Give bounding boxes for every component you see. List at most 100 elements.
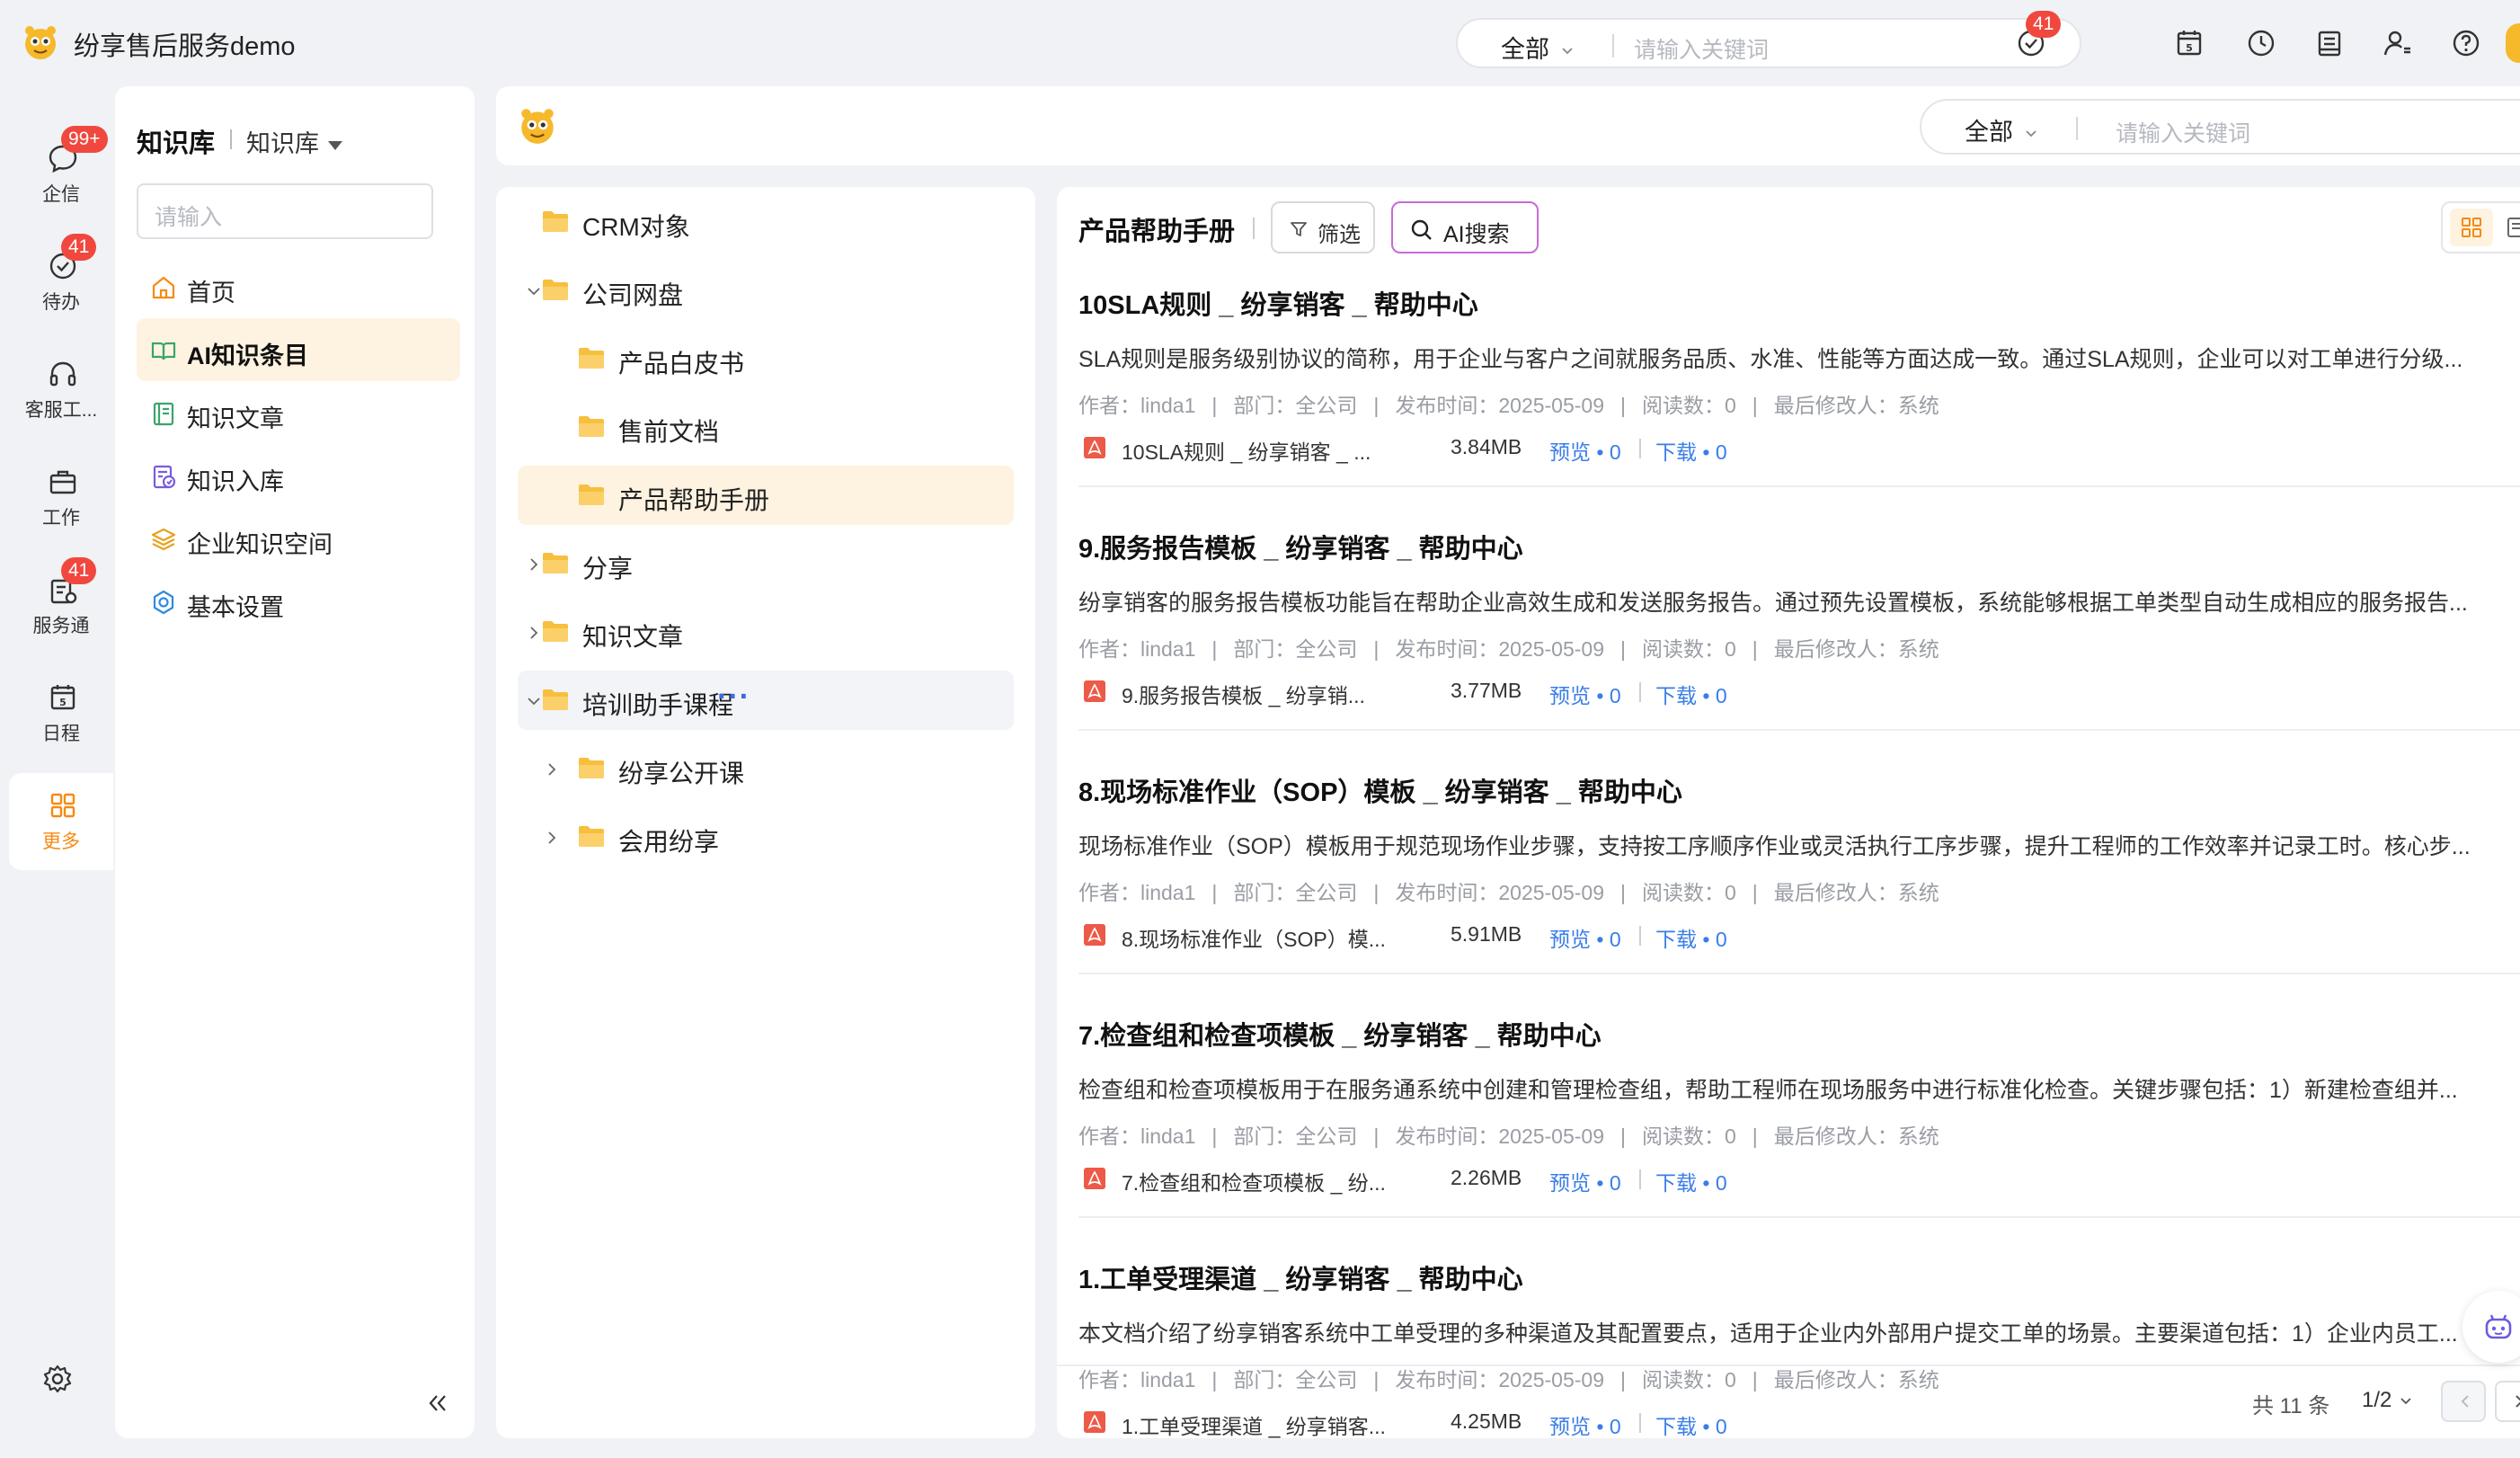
kb-search-scope-select[interactable]: 全部 xyxy=(1965,112,2038,147)
document-summary: SLA规则是服务级别协议的简称，用于企业与客户之间就服务品质、水准、性能等方面达… xyxy=(1078,347,2463,372)
collapse-sidebar-icon[interactable] xyxy=(424,1390,451,1417)
tree-node-label: 纷享公开课 xyxy=(618,760,745,787)
download-link[interactable]: 下载 • 0 xyxy=(1655,922,1727,953)
rail-item-schedule[interactable]: 5 日程 xyxy=(9,665,113,764)
rail-item-todo[interactable]: 41 待办 xyxy=(9,234,113,333)
nav-search-input[interactable]: 请输入 xyxy=(137,183,433,239)
user-settings-button[interactable] xyxy=(2380,25,2416,61)
download-link[interactable]: 下载 • 0 xyxy=(1655,679,1727,709)
tree-node[interactable]: CRM对象 xyxy=(518,192,1014,252)
meta-label: 最后修改人： xyxy=(1773,637,1898,661)
preview-link[interactable]: 预览 • 0 xyxy=(1549,679,1621,709)
notes-button[interactable] xyxy=(2311,25,2347,61)
tree-node[interactable]: 会用纷享 xyxy=(518,807,1014,867)
document-title[interactable]: 9.服务报告模板 _ 纷享销客 _ 帮助中心 xyxy=(1078,528,1523,565)
rail-item-work[interactable]: 工作 xyxy=(9,449,113,548)
nav-item-ai-knowledge[interactable]: AI知识条目 xyxy=(137,318,460,381)
attachment-size: 3.77MB xyxy=(1451,679,1522,702)
settings-icon xyxy=(153,590,174,615)
avatar[interactable] xyxy=(2506,23,2520,63)
nav-item-enterprise-space[interactable]: 企业知识空间 xyxy=(137,507,460,570)
meta-value: 全公司 xyxy=(1295,394,1358,417)
more-actions-icon[interactable]: ··· xyxy=(717,680,750,715)
preview-link[interactable]: 预览 • 0 xyxy=(1549,922,1621,953)
search-input[interactable]: 请输入关键词 xyxy=(1634,32,1769,65)
rail-label: 客服工... xyxy=(24,400,98,421)
tree-node[interactable]: 产品白皮书 xyxy=(518,329,1014,388)
filter-button[interactable]: 筛选 xyxy=(1271,201,1375,253)
document-title[interactable]: 7.检查组和检查项模板 _ 纷享销客 _ 帮助中心 xyxy=(1078,1015,1602,1053)
todo-badge: 41 xyxy=(2026,11,2062,38)
tree-node[interactable]: 分享 xyxy=(518,534,1014,593)
gear-icon[interactable] xyxy=(40,1361,75,1397)
meta-value: 2025-05-09 xyxy=(1498,637,1605,661)
meta-separator: | xyxy=(1620,637,1626,661)
prev-page-button[interactable] xyxy=(2441,1381,2486,1422)
document-item[interactable]: 8.现场标准作业（SOP）模板 _ 纷享销客 _ 帮助中心 现场标准作业（SOP）… xyxy=(1078,757,2520,974)
meta-separator: | xyxy=(1211,637,1218,661)
kb-search[interactable]: 全部 请输入关键词 xyxy=(1920,99,2520,155)
help-button[interactable] xyxy=(2448,25,2484,61)
document-title[interactable]: 1.工单受理渠道 _ 纷享销客 _ 帮助中心 xyxy=(1078,1258,1523,1296)
meta-separator: | xyxy=(1373,637,1380,661)
calendar-button[interactable]: 5 xyxy=(2171,25,2207,61)
document-item[interactable]: 9.服务报告模板 _ 纷享销客 _ 帮助中心 纷享销客的服务报告模板功能旨在帮助企… xyxy=(1078,513,2520,731)
chevron-right-icon[interactable] xyxy=(543,829,561,847)
chevron-right-icon[interactable] xyxy=(543,760,561,778)
rail-item-customer-service[interactable]: 客服工... xyxy=(9,342,113,440)
card-view-button[interactable] xyxy=(2450,209,2493,246)
tree-node-label: 公司网盘 xyxy=(582,281,684,309)
preview-link[interactable]: 预览 • 0 xyxy=(1549,1166,1621,1196)
kb-switcher[interactable]: 知识库 xyxy=(246,124,342,159)
download-link[interactable]: 下载 • 0 xyxy=(1655,1166,1727,1196)
chevron-down-icon[interactable] xyxy=(525,692,543,710)
tree-node[interactable]: 公司网盘 xyxy=(518,261,1014,320)
attachment-name[interactable]: 10SLA规则 _ 纷享销客 _ ... xyxy=(1122,435,1391,466)
download-link[interactable]: 下载 • 0 xyxy=(1655,435,1727,466)
tree-node[interactable]: 产品帮助手册 xyxy=(518,466,1014,525)
nav-item-settings[interactable]: 基本设置 xyxy=(137,570,460,633)
tree-node[interactable]: 纷享公开课 xyxy=(518,739,1014,798)
list-view-icon[interactable] xyxy=(2506,216,2520,239)
nav-item-import[interactable]: 知识入库 xyxy=(137,444,460,507)
attachment-name[interactable]: 7.检查组和检查项模板 _ 纷... xyxy=(1122,1166,1391,1196)
ai-search-button[interactable]: AI搜索 xyxy=(1391,201,1539,253)
tree-node-label: 会用纷享 xyxy=(618,828,720,856)
rail-item-chat[interactable]: 99+ 企信 xyxy=(9,126,113,225)
search-scope-select[interactable]: 全部 xyxy=(1501,30,1575,65)
todo-check-button[interactable]: 41 xyxy=(2013,11,2062,61)
chevron-right-icon[interactable] xyxy=(525,624,543,642)
rail-item-more[interactable]: 更多 xyxy=(9,773,113,870)
history-button[interactable] xyxy=(2243,25,2279,61)
tree-node[interactable]: 售前文档 xyxy=(518,397,1014,457)
document-title[interactable]: 8.现场标准作业（SOP）模板 _ 纷享销客 _ 帮助中心 xyxy=(1078,771,1682,809)
chat-badge: 99+ xyxy=(61,126,108,153)
tree-node[interactable]: 培训助手课程 ··· xyxy=(518,671,1014,730)
meta-label: 阅读数： xyxy=(1642,1125,1725,1148)
chevron-down-icon[interactable] xyxy=(525,282,543,300)
rail-item-service[interactable]: 41 服务通 xyxy=(9,557,113,656)
chevron-down-icon xyxy=(2400,1398,2412,1404)
view-toggle[interactable] xyxy=(2441,201,2520,253)
next-page-button[interactable] xyxy=(2495,1381,2520,1422)
folder-icon xyxy=(541,687,570,712)
nav-item-home[interactable]: 首页 xyxy=(137,255,460,318)
global-search[interactable]: 全部 请输入关键词 xyxy=(1456,18,2081,68)
divider xyxy=(230,129,232,149)
preview-link[interactable]: 预览 • 0 xyxy=(1549,435,1621,466)
tree-node[interactable]: 知识文章 xyxy=(518,602,1014,662)
chevron-right-icon[interactable] xyxy=(525,556,543,573)
document-title[interactable]: 10SLA规则 _ 纷享销客 _ 帮助中心 xyxy=(1078,284,1478,322)
attachment-name[interactable]: 8.现场标准作业（SOP）模... xyxy=(1122,922,1391,953)
kb-search-input[interactable]: 请输入关键词 xyxy=(2116,116,2250,148)
meta-label: 最后修改人： xyxy=(1773,881,1898,904)
document-meta: 作者：linda1 | 部门：全公司 | 发布时间：2025-05-09 | 阅读数：0 | 最… xyxy=(1078,1119,1956,1150)
clock-icon xyxy=(2248,30,2275,57)
meta-value: 全公司 xyxy=(1295,1125,1358,1148)
meta-value: linda1 xyxy=(1140,394,1196,417)
nav-item-articles[interactable]: 知识文章 xyxy=(137,381,460,444)
document-item[interactable]: 7.检查组和检查项模板 _ 纷享销客 _ 帮助中心 检查组和检查项模板用于在服务通… xyxy=(1078,1000,2520,1218)
attachment-name[interactable]: 9.服务报告模板 _ 纷享销... xyxy=(1122,679,1391,709)
document-item[interactable]: 10SLA规则 _ 纷享销客 _ 帮助中心 SLA规则是服务级别协议的简称，用于企… xyxy=(1078,270,2520,487)
page-select[interactable]: 1/2 xyxy=(2362,1388,2413,1413)
